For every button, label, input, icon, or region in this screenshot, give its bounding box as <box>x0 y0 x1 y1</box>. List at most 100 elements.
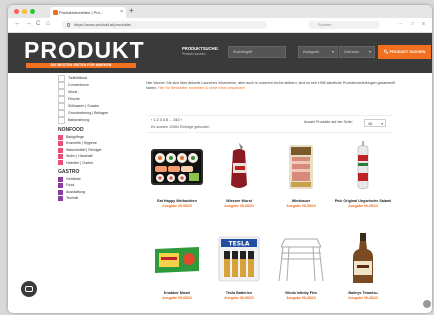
product-issue: Ausgabe 06-08/23 <box>224 204 254 208</box>
drying-rack-image[interactable] <box>273 231 329 287</box>
newsletter-link[interactable]: Hier für Newsletter anmelden & keine Inf… <box>158 86 245 90</box>
product-card[interactable]: Knabber Mosel Ausgabe 06-08/23 <box>146 227 208 313</box>
category-select[interactable]: Kategorie ▾ <box>298 46 338 58</box>
tab-bar: Produktneuheiten | Pro... × + <box>8 5 432 18</box>
maximize-window-button[interactable] <box>30 9 35 14</box>
product-issue: Ausgabe 06-08/23 <box>286 296 316 300</box>
chevron-down-icon: ▾ <box>381 122 383 126</box>
product-issue: Ausgabe 06-08/23 <box>162 296 192 300</box>
lock-icon <box>67 23 70 27</box>
keyword-field[interactable]: Suchbegriff <box>228 46 286 58</box>
sidebar-item[interactable]: Technik <box>58 195 138 201</box>
category-swatch-icon <box>58 195 63 201</box>
category-swatch-icon <box>58 96 65 103</box>
sidebar-item[interactable]: Tiefkühlkost <box>58 75 138 82</box>
product-issue: Ausgabe 06-08/23 <box>348 204 378 208</box>
intro-text: Hier können Sie sich über aktuelle Launc… <box>146 81 401 91</box>
product-card[interactable]: Pick Original Ungarische Salami Ausgabe 0… <box>332 135 394 225</box>
salami-image[interactable] <box>335 139 391 195</box>
forward-icon[interactable]: → <box>25 20 32 27</box>
sidebar-item[interactable]: Heimtier | Garten <box>58 160 138 166</box>
sidebar-item[interactable]: Wurst <box>58 89 138 96</box>
sidebar-item-label: Tiefkühlkost <box>68 76 88 81</box>
product-name[interactable]: Eat Happy Weihachten <box>146 199 208 203</box>
ham-pack-image[interactable] <box>273 139 329 195</box>
sidebar-item[interactable]: Grundnahrung | Beilagen <box>58 110 138 117</box>
tab-close-icon[interactable]: × <box>120 7 123 18</box>
home-icon[interactable]: ⌂ <box>46 20 50 27</box>
new-tab-button[interactable]: + <box>129 6 134 15</box>
product-issue: Ausgabe 06-08/23 <box>348 296 378 300</box>
reload-icon[interactable]: C <box>36 21 40 27</box>
product-card[interactable]: Wiesbauer Ausgabe 06-08/23 <box>270 135 332 225</box>
sidebar-item-label: Heimtier | Garten <box>66 160 94 165</box>
product-name[interactable]: Knabber Mosel <box>146 291 208 295</box>
back-icon[interactable]: ← <box>14 20 21 27</box>
category-sidebar: Tiefkühlkost Convenience Wurst Frische Süßwa… <box>58 75 138 202</box>
category-swatch-icon <box>58 141 63 147</box>
product-name[interactable]: Wiesbauer <box>270 199 332 203</box>
product-card[interactable]: Wiesner Wurst Ausgabe 06-08/23 <box>208 135 270 225</box>
sidebar-item[interactable]: Frische <box>58 96 138 103</box>
site-tagline: DIE BESTEN SEITEN FÜR MARKEN <box>26 63 136 68</box>
category-swatch-icon <box>58 75 65 82</box>
category-swatch-icon <box>58 153 63 159</box>
search-button-label: PRODUKT SUCHEN <box>389 50 426 54</box>
nonfood-heading: NONFOOD <box>58 127 84 133</box>
product-card[interactable]: Eat Happy Weihachten Ausgabe 06-08/23 <box>146 135 208 225</box>
page-content: Tiefkühlkost Convenience Wurst Frische Süßwa… <box>8 73 432 313</box>
sidebar-item-label: Frische <box>68 97 80 102</box>
browser-tab[interactable]: Produktneuheiten | Pro... × <box>50 7 126 18</box>
scroll-to-top-button[interactable] <box>423 300 431 308</box>
sushi-box-image[interactable] <box>149 139 205 195</box>
product-issue: Ausgabe 06-08/23 <box>162 204 192 208</box>
sidebar-item-label: Babynahrung <box>68 118 90 123</box>
category-swatch-icon <box>58 103 65 110</box>
sidebar-item[interactable]: Süßwaren | Snacks <box>58 103 138 110</box>
per-page-label: Anzahl Produkte auf der Seite: <box>304 120 353 124</box>
batteries-image[interactable] <box>211 231 267 287</box>
pagination[interactable]: ‹ 1 2 3 4 5 ... 310 › <box>151 118 182 122</box>
favicon-icon <box>53 10 58 15</box>
sidebar-item[interactable]: Convenience <box>58 82 138 89</box>
category-swatch-icon <box>58 110 65 117</box>
product-search-sublabel: Produkt suchen <box>182 52 206 56</box>
results-toolbar: ‹ 1 2 3 4 5 ... 310 › Es wurden 10584 Ei… <box>146 115 392 133</box>
site-header: PRODUKT DIE BESTEN SEITEN FÜR MARKEN PRO… <box>8 33 432 73</box>
product-name[interactable]: Tesla Batterien <box>208 291 270 295</box>
category-swatch-icon <box>58 82 65 89</box>
sidebar-item[interactable]: Babynahrung <box>58 117 138 124</box>
category-select-value: Kategorie <box>303 50 320 54</box>
period-select[interactable]: Zeitraum ▾ <box>339 46 375 58</box>
product-card[interactable]: Tesla Batterien Ausgabe 06-08/23 <box>208 227 270 313</box>
toolbar-icons[interactable]: ⋯ ☆ ≡ <box>398 21 428 27</box>
site-logo[interactable]: PRODUKT <box>24 37 145 64</box>
minimize-window-button[interactable] <box>22 9 27 14</box>
per-page-value: 48 <box>368 122 372 126</box>
product-issue: Ausgabe 06-08/23 <box>286 204 316 208</box>
url-field[interactable]: https://www.produkt.at/produkte/ <box>62 21 267 29</box>
address-bar-row: ← → C ⌂ https://www.produkt.at/produkte/… <box>8 18 432 33</box>
sausage-image[interactable] <box>211 139 267 195</box>
keyword-placeholder: Suchbegriff <box>233 50 253 54</box>
liqueur-bottle-image[interactable] <box>335 231 391 287</box>
browser-search-field[interactable]: Suchen <box>308 21 380 29</box>
product-search-button[interactable]: 🔍︎ PRODUKT SUCHEN <box>378 45 431 59</box>
product-search-label: PRODUKTSUCHE: <box>182 46 219 51</box>
product-name[interactable]: Baileys Tiramisu <box>332 291 394 295</box>
product-issue: Ausgabe 06-08/23 <box>224 296 254 300</box>
browser-window: Produktneuheiten | Pro... × + ← → C ⌂ ht… <box>8 5 432 313</box>
url-text: https://www.produkt.at/produkte/ <box>74 22 132 27</box>
product-name[interactable]: Wiesner Wurst <box>208 199 270 203</box>
sidebar-item-label: Technik <box>66 196 79 201</box>
chat-bubble-icon <box>25 286 33 292</box>
chat-button[interactable] <box>21 281 37 297</box>
product-name[interactable]: Pick Original Ungarische Salami <box>332 199 394 203</box>
per-page-select[interactable]: 48 ▾ <box>364 119 386 127</box>
product-card[interactable]: Vileda Infinity Flex Ausgabe 06-08/23 <box>270 227 332 313</box>
product-card[interactable]: Baileys Tiramisu Ausgabe 06-08/23 <box>332 227 394 313</box>
close-window-button[interactable] <box>14 9 19 14</box>
category-swatch-icon <box>58 160 63 166</box>
product-name[interactable]: Vileda Infinity Flex <box>270 291 332 295</box>
snack-bag-image[interactable] <box>149 231 205 287</box>
